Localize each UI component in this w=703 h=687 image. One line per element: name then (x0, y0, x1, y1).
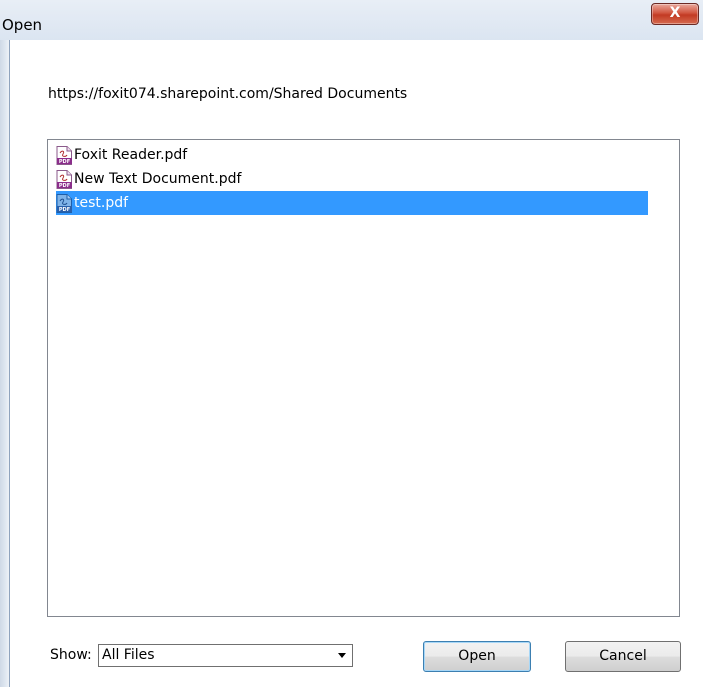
pdf-file-icon: PDF (56, 169, 72, 189)
show-label: Show: (50, 647, 92, 663)
file-type-select[interactable]: All Files (98, 644, 353, 667)
window-left-border (9, 40, 10, 687)
pdf-file-icon: PDF (56, 193, 72, 213)
list-item-new-text-document[interactable]: PDF New Text Document.pdf (56, 167, 241, 191)
chevron-down-icon[interactable] (338, 653, 346, 658)
open-button[interactable]: Open (423, 641, 531, 672)
file-name: Foxit Reader.pdf (74, 147, 188, 163)
file-list[interactable]: PDF Foxit Reader.pdf PDF New Text Docume… (47, 139, 680, 617)
location-path: https://foxit074.sharepoint.com/Shared D… (48, 86, 408, 102)
title-bar: Open X (0, 0, 703, 40)
svg-text:PDF: PDF (59, 207, 70, 213)
cancel-button[interactable]: Cancel (565, 641, 681, 672)
svg-text:PDF: PDF (59, 159, 70, 165)
svg-text:PDF: PDF (59, 183, 70, 189)
close-button[interactable]: X (651, 3, 699, 25)
list-item-foxit-reader[interactable]: PDF Foxit Reader.pdf (56, 143, 187, 167)
window-left-edge (0, 40, 9, 687)
window-title: Open (2, 16, 43, 34)
pdf-file-icon: PDF (56, 145, 72, 165)
list-item-test[interactable]: PDF test.pdf (56, 191, 648, 215)
file-type-value: All Files (102, 647, 155, 663)
file-name: New Text Document.pdf (74, 171, 242, 187)
file-name: test.pdf (74, 195, 129, 211)
